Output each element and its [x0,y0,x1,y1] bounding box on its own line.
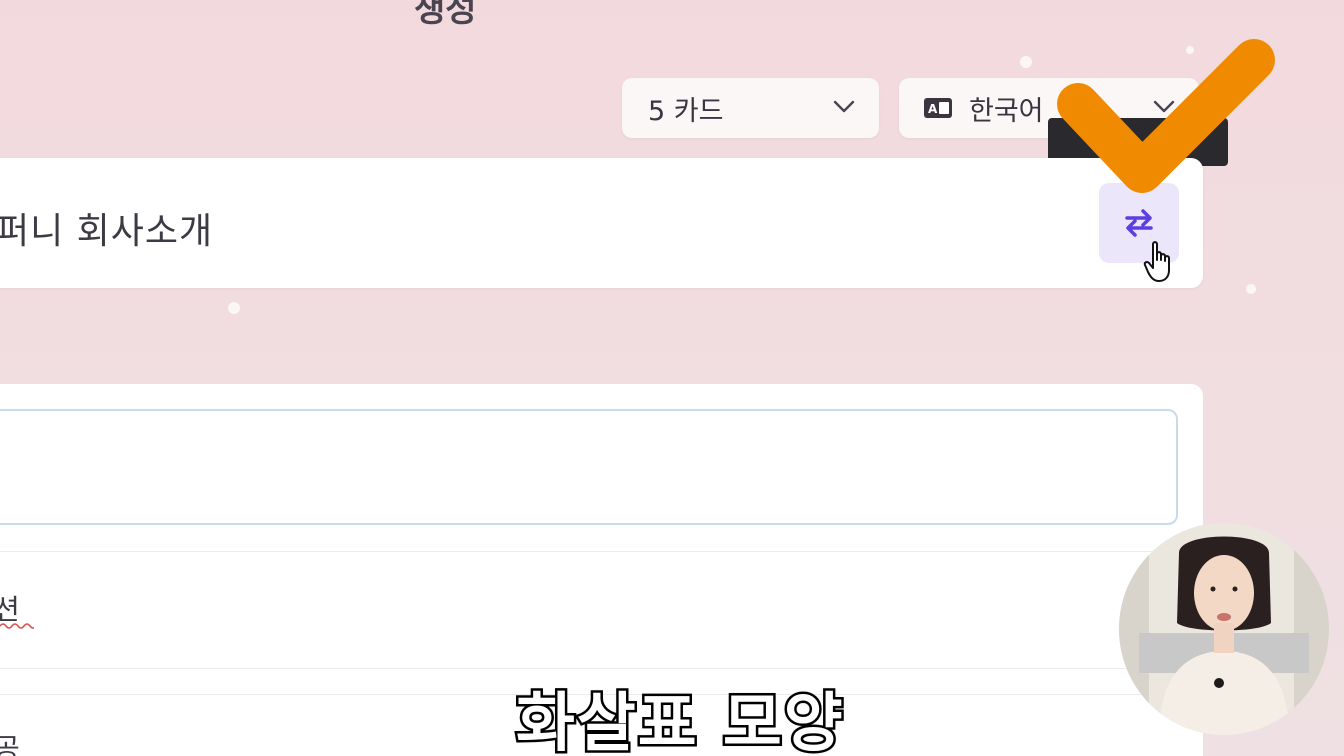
spellcheck-underline [0,623,34,629]
background-sparkle [1246,284,1256,294]
presenter-image [1119,523,1329,735]
outline-input-box[interactable] [0,409,1178,525]
svg-text:A: A [928,102,938,116]
card-count-dropdown[interactable]: 5 카드 [622,78,879,138]
translate-icon: A [924,98,952,118]
prompt-card: 퍼니 회사소개 [0,158,1203,288]
page-title: 생성 [414,0,477,30]
chevron-down-icon [833,100,855,113]
card-count-value: 5 카드 [648,95,724,127]
checkmark-icon [1057,39,1275,193]
background-sparkle [1020,56,1032,68]
outline-row-text: 공 [0,732,20,756]
language-value: 한국어 [969,95,1044,127]
outline-row[interactable]: 션 [0,551,1178,669]
swap-arrows-icon [1125,209,1153,237]
hand-pointer-icon [1143,241,1170,282]
presenter-video [1119,523,1329,735]
prompt-text[interactable]: 퍼니 회사소개 [0,202,213,254]
background-sparkle [228,302,240,314]
video-subtitle: 화살표 모양 [514,685,846,756]
